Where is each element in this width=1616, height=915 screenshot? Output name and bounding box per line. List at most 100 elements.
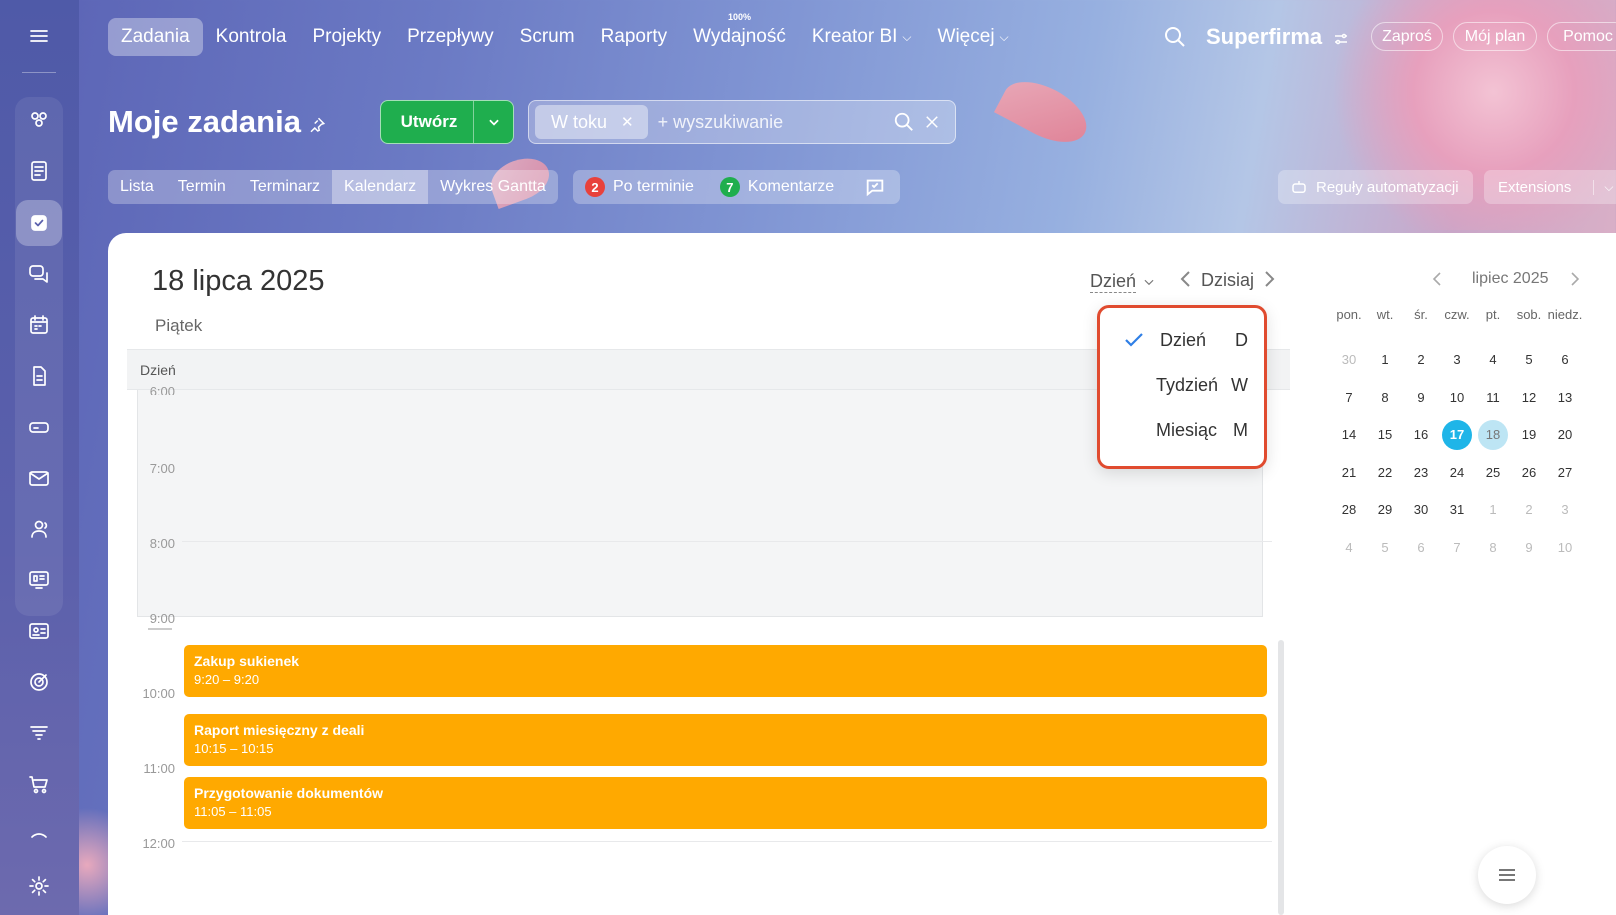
tab-deadline[interactable]: Termin	[166, 170, 238, 204]
task-search-bar[interactable]: W toku ✕ + wyszukiwanie	[528, 100, 956, 144]
create-button[interactable]: Utwórz	[380, 100, 514, 144]
calendar-event[interactable]: Zakup sukienek 9:20 – 9:20	[184, 645, 1267, 697]
mini-calendar-prev-icon[interactable]	[1432, 272, 1442, 291]
filter-chip[interactable]: W toku ✕	[535, 105, 648, 139]
sidebar-item-chat[interactable]	[16, 251, 62, 297]
sidebar-item-docs[interactable]	[16, 353, 62, 399]
mini-calendar-day[interactable]: 19	[1514, 420, 1544, 450]
mini-calendar-day[interactable]: 5	[1514, 345, 1544, 375]
pin-icon[interactable]	[308, 116, 326, 134]
mini-calendar-day[interactable]: 30	[1334, 345, 1364, 375]
mini-calendar-day[interactable]: 6	[1550, 345, 1580, 375]
mini-calendar-title[interactable]: lipiec 2025	[1472, 270, 1549, 288]
mini-calendar-next-icon[interactable]	[1570, 272, 1580, 291]
sidebar-item-shop[interactable]	[16, 761, 62, 807]
global-search-icon[interactable]	[1163, 25, 1187, 49]
mini-calendar-day[interactable]: 7	[1334, 383, 1364, 413]
nav-tasks[interactable]: Zadania	[108, 18, 203, 56]
mini-calendar-day[interactable]: 30	[1406, 495, 1436, 525]
mini-calendar-day[interactable]: 21	[1334, 458, 1364, 488]
calendar-scrollbar[interactable]	[1278, 640, 1284, 915]
mini-calendar-day[interactable]: 29	[1370, 495, 1400, 525]
nav-control[interactable]: Kontrola	[203, 18, 300, 56]
menu-item-day[interactable]: Dzień D	[1100, 320, 1264, 360]
nav-workflows[interactable]: Przepływy	[394, 18, 507, 56]
settings-icon[interactable]	[16, 863, 62, 909]
mini-calendar-day[interactable]: 3	[1550, 495, 1580, 525]
remove-filter-icon[interactable]: ✕	[621, 113, 634, 131]
tab-list[interactable]: Lista	[108, 170, 166, 204]
mini-calendar-day[interactable]: 14	[1334, 420, 1364, 450]
mini-calendar-day[interactable]: 1	[1370, 345, 1400, 375]
sidebar-collapse-icon[interactable]	[16, 812, 62, 858]
mini-calendar-day[interactable]: 8	[1478, 533, 1508, 563]
mini-calendar-day[interactable]: 9	[1514, 533, 1544, 563]
mini-calendar-day[interactable]: 26	[1514, 458, 1544, 488]
sidebar-item-contacts[interactable]	[16, 506, 62, 552]
menu-item-month[interactable]: Miesiąc M	[1100, 410, 1264, 450]
calendar-event[interactable]: Przygotowanie dokumentów 11:05 – 11:05	[184, 777, 1267, 829]
sidebar-item-mail[interactable]	[16, 455, 62, 501]
read-all-comments-icon[interactable]	[864, 176, 886, 198]
mini-calendar-day[interactable]: 3	[1442, 345, 1472, 375]
calendar-event[interactable]: Raport miesięczny z deali 10:15 – 10:15	[184, 714, 1267, 766]
mini-calendar-day[interactable]: 2	[1514, 495, 1544, 525]
mini-calendar-day[interactable]: 8	[1370, 383, 1400, 413]
mini-calendar-day[interactable]: 18	[1478, 420, 1508, 450]
mini-calendar-day[interactable]: 10	[1442, 383, 1472, 413]
sidebar-item-drive[interactable]	[16, 404, 62, 450]
nav-reports[interactable]: Raporty	[588, 18, 681, 56]
mini-calendar-day[interactable]: 15	[1370, 420, 1400, 450]
search-icon[interactable]	[893, 111, 915, 133]
comments-counter[interactable]: 7 Komentarze	[719, 177, 834, 197]
mini-calendar-day[interactable]: 31	[1442, 495, 1472, 525]
clear-search-icon[interactable]	[923, 113, 941, 131]
overdue-counter[interactable]: 2 Po terminie	[585, 177, 694, 197]
mini-calendar-day[interactable]: 4	[1334, 533, 1364, 563]
mini-calendar-day[interactable]: 2	[1406, 345, 1436, 375]
mini-calendar-day[interactable]: 24	[1442, 458, 1472, 488]
invite-button[interactable]: Zaproś	[1371, 22, 1443, 51]
mini-calendar-day[interactable]: 23	[1406, 458, 1436, 488]
menu-item-week[interactable]: Tydzień W	[1100, 365, 1264, 405]
mini-calendar-day[interactable]: 9	[1406, 383, 1436, 413]
tab-calendar[interactable]: Kalendarz	[332, 170, 429, 204]
sidebar-item-boards[interactable]	[16, 557, 62, 603]
mini-calendar-day[interactable]: 7	[1442, 533, 1472, 563]
nav-more[interactable]: Więcej ⌵	[925, 18, 1022, 56]
nav-scrum[interactable]: Scrum	[507, 18, 588, 56]
sidebar-item-calendar[interactable]	[16, 302, 62, 348]
view-selector[interactable]: Dzień	[1090, 270, 1156, 293]
tab-gantt[interactable]: Wykres Gantta	[428, 170, 558, 204]
mini-calendar-day[interactable]: 5	[1370, 533, 1400, 563]
next-day-icon[interactable]	[1262, 270, 1276, 293]
prev-day-icon[interactable]	[1179, 270, 1193, 293]
mini-calendar-day[interactable]: 10	[1550, 533, 1580, 563]
mini-calendar-day[interactable]: 13	[1550, 383, 1580, 413]
mini-calendar-day[interactable]: 17	[1442, 420, 1472, 450]
mini-calendar-day[interactable]: 27	[1550, 458, 1580, 488]
mini-calendar-day[interactable]: 6	[1406, 533, 1436, 563]
extensions-button[interactable]: Extensions ⌵	[1484, 170, 1616, 204]
nav-efficiency[interactable]: 100% Wydajność	[680, 12, 799, 56]
list-menu-button[interactable]	[1478, 846, 1536, 904]
my-plan-button[interactable]: Mój plan	[1453, 22, 1537, 51]
mini-calendar-day[interactable]: 28	[1334, 495, 1364, 525]
today-button[interactable]: Dzisiaj	[1201, 270, 1254, 291]
sidebar-item-goals[interactable]	[16, 659, 62, 705]
sidebar-item-tasks[interactable]	[16, 200, 62, 246]
create-dropdown-button[interactable]	[473, 101, 513, 143]
extensions-dropdown-icon[interactable]: ⌵	[1593, 179, 1613, 195]
automation-rules-button[interactable]: Reguły automatyzacji	[1278, 170, 1473, 204]
help-button[interactable]: Pomoc	[1547, 22, 1616, 51]
mini-calendar-day[interactable]: 22	[1370, 458, 1400, 488]
nav-bi-builder[interactable]: Kreator BI ⌵	[799, 18, 925, 56]
mini-calendar-day[interactable]: 11	[1478, 383, 1508, 413]
mini-calendar-day[interactable]: 20	[1550, 420, 1580, 450]
mini-calendar-day[interactable]: 25	[1478, 458, 1508, 488]
sidebar-item-feed[interactable]	[16, 97, 62, 143]
sidebar-item-funnel[interactable]	[16, 710, 62, 756]
mini-calendar-day[interactable]: 4	[1478, 345, 1508, 375]
company-settings-icon[interactable]	[1332, 30, 1350, 48]
mini-calendar-day[interactable]: 16	[1406, 420, 1436, 450]
